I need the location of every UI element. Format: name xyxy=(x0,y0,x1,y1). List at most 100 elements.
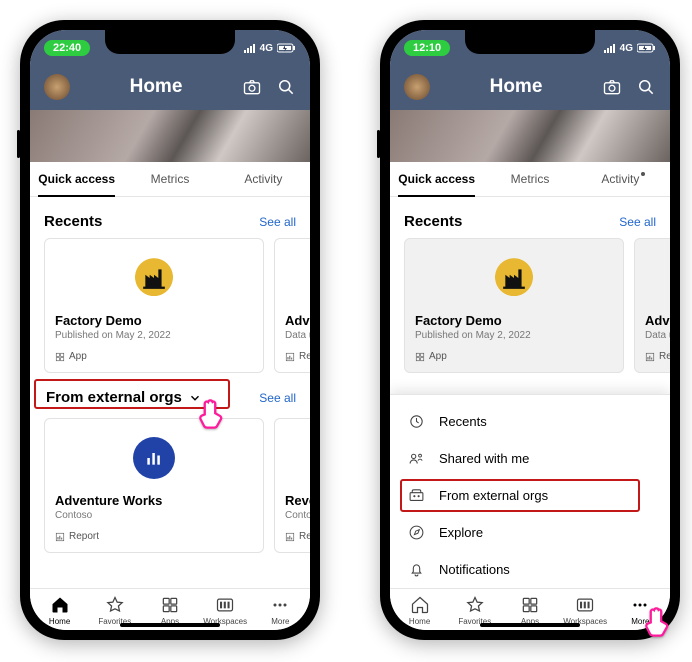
avatar[interactable] xyxy=(404,74,430,100)
sheet-shared[interactable]: Shared with me xyxy=(390,440,670,477)
battery-icon xyxy=(637,43,656,53)
card-peek2[interactable]: Reve Conto Rep xyxy=(274,418,310,553)
bell-icon xyxy=(408,561,425,578)
sheet-notifications[interactable]: Notifications xyxy=(390,551,670,588)
status-time: 12:10 xyxy=(404,40,450,56)
search-icon[interactable] xyxy=(636,77,656,97)
tabs: Quick access Metrics Activity xyxy=(390,162,670,197)
card-title: Adventure Works xyxy=(55,493,253,508)
recents-header: Recents See all xyxy=(404,213,656,230)
status-time: 22:40 xyxy=(44,40,90,56)
sheet-recents[interactable]: Recents xyxy=(390,403,670,440)
tab-activity[interactable]: Activity xyxy=(217,162,310,196)
card-adventure-works[interactable]: Adventure Works Contoso Report xyxy=(44,418,264,553)
card-factory-demo[interactable]: Factory Demo Published on May 2, 2022 Ap… xyxy=(44,238,264,373)
nav-home[interactable]: Home xyxy=(33,595,87,626)
network-label: 4G xyxy=(260,43,273,54)
card-title: Adve xyxy=(645,313,670,328)
status-right: 4G xyxy=(244,43,296,54)
tab-metrics[interactable]: Metrics xyxy=(483,162,576,196)
content-area[interactable]: Recents See all Factory Demo Published o… xyxy=(390,197,670,588)
home-indicator[interactable] xyxy=(120,623,220,627)
card-title: Adve xyxy=(285,313,310,328)
sheet-external-orgs[interactable]: From external orgs xyxy=(390,477,670,514)
chart-icon xyxy=(133,437,175,479)
tab-quick-access[interactable]: Quick access xyxy=(30,162,123,196)
card-title: Factory Demo xyxy=(55,313,253,328)
header-bar: Home xyxy=(390,66,670,110)
activity-dot-icon xyxy=(641,172,645,176)
card-type: Rep xyxy=(285,351,310,362)
recents-see-all[interactable]: See all xyxy=(619,215,656,229)
tab-activity[interactable]: Activity xyxy=(577,162,670,196)
signal-icon xyxy=(244,43,256,53)
banner-image xyxy=(30,110,310,162)
page-title: Home xyxy=(130,76,183,98)
home-indicator[interactable] xyxy=(480,623,580,627)
nav-more[interactable]: More xyxy=(253,595,307,626)
card-title: Factory Demo xyxy=(415,313,613,328)
card-type: App xyxy=(415,351,613,362)
camera-icon[interactable] xyxy=(602,77,622,97)
tabs: Quick access Metrics Activity xyxy=(30,162,310,197)
external-row[interactable]: Adventure Works Contoso Report Reve Cont… xyxy=(44,418,296,553)
screen-right: 12:10 4G Home Quick access Metrics Activ… xyxy=(390,30,670,630)
search-icon[interactable] xyxy=(276,77,296,97)
tab-metrics[interactable]: Metrics xyxy=(123,162,216,196)
tab-quick-access[interactable]: Quick access xyxy=(390,162,483,196)
card-peek[interactable]: Adve Data u Rep xyxy=(274,238,310,373)
notch xyxy=(465,30,595,54)
card-title: Reve xyxy=(285,493,310,508)
external-header: From external orgs See all xyxy=(44,385,296,410)
signal-icon xyxy=(604,43,616,53)
nav-more[interactable]: More xyxy=(613,595,667,626)
more-menu-sheet: Recents Shared with me From external org… xyxy=(390,394,670,588)
card-type: Rep xyxy=(285,531,310,542)
phone-left: 22:40 4G Home Quick access Metrics Activ… xyxy=(20,20,320,640)
external-orgs-toggle[interactable]: From external orgs xyxy=(44,385,204,410)
recents-header: Recents See all xyxy=(44,213,296,230)
recents-title: Recents xyxy=(44,213,102,230)
card-subtitle: Contoso xyxy=(55,510,253,521)
banner-image xyxy=(390,110,670,162)
chevron-down-icon xyxy=(188,391,202,405)
camera-icon[interactable] xyxy=(242,77,262,97)
nav-apps[interactable]: Apps xyxy=(503,595,557,626)
shared-icon xyxy=(408,450,425,467)
clock-icon xyxy=(408,413,425,430)
card-peek[interactable]: Adve Data u Rep xyxy=(634,238,670,373)
card-subtitle: Data u xyxy=(645,330,670,341)
external-see-all[interactable]: See all xyxy=(259,391,296,405)
sheet-explore[interactable]: Explore xyxy=(390,514,670,551)
card-type: Rep xyxy=(645,351,670,362)
factory-icon xyxy=(493,257,535,299)
notch xyxy=(105,30,235,54)
explore-icon xyxy=(408,524,425,541)
factory-icon xyxy=(133,257,175,299)
status-right: 4G xyxy=(604,43,656,54)
card-subtitle: Published on May 2, 2022 xyxy=(415,330,613,341)
screen-left: 22:40 4G Home Quick access Metrics Activ… xyxy=(30,30,310,630)
nav-favorites[interactable]: Favorites xyxy=(448,595,502,626)
nav-home[interactable]: Home xyxy=(393,595,447,626)
avatar[interactable] xyxy=(44,74,70,100)
nav-apps[interactable]: Apps xyxy=(143,595,197,626)
card-factory-demo[interactable]: Factory Demo Published on May 2, 2022 Ap… xyxy=(404,238,624,373)
nav-workspaces[interactable]: Workspaces xyxy=(558,595,612,626)
card-subtitle: Data u xyxy=(285,330,310,341)
header-bar: Home xyxy=(30,66,310,110)
recents-row[interactable]: Factory Demo Published on May 2, 2022 Ap… xyxy=(44,238,296,373)
network-label: 4G xyxy=(620,43,633,54)
card-subtitle: Conto xyxy=(285,510,310,521)
recents-row[interactable]: Factory Demo Published on May 2, 2022 Ap… xyxy=(404,238,656,373)
card-type: Report xyxy=(55,531,253,542)
recents-title: Recents xyxy=(404,213,462,230)
recents-see-all[interactable]: See all xyxy=(259,215,296,229)
external-title: From external orgs xyxy=(46,389,182,406)
battery-icon xyxy=(277,43,296,53)
card-subtitle: Published on May 2, 2022 xyxy=(55,330,253,341)
nav-favorites[interactable]: Favorites xyxy=(88,595,142,626)
page-title: Home xyxy=(490,76,543,98)
content-area[interactable]: Recents See all Factory Demo Published o… xyxy=(30,197,310,588)
nav-workspaces[interactable]: Workspaces xyxy=(198,595,252,626)
